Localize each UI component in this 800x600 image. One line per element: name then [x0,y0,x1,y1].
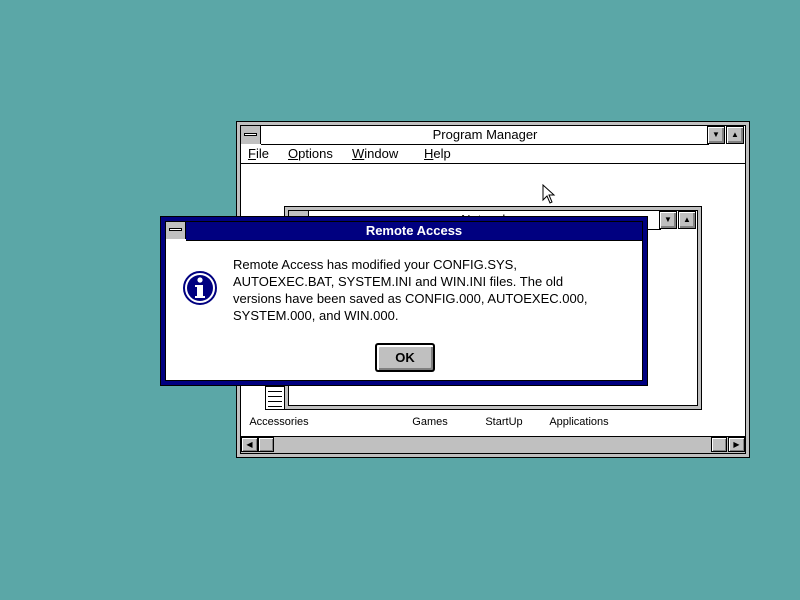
scroll-thumb-end [711,437,727,452]
information-icon [183,271,217,305]
scroll-thumb[interactable] [258,437,274,452]
menu-options[interactable]: Options [288,145,333,163]
scroll-left-icon[interactable]: ◀ [241,437,258,452]
mouse-cursor-icon [542,184,556,204]
menu-file[interactable]: File [248,145,269,163]
dialog-title: Remote Access [186,222,642,241]
pm-minimize-button[interactable]: ▼ [707,126,725,144]
network-minimize-button[interactable]: ▼ [659,211,677,229]
scroll-right-icon[interactable]: ▶ [728,437,745,452]
remote-access-dialog[interactable]: Remote Access Remote Access has modified… [160,216,648,386]
ok-button[interactable]: OK [376,344,434,371]
menu-window[interactable]: Window [352,145,398,163]
group-label-applications[interactable]: Applications [534,416,624,428]
group-label-accessories[interactable]: Accessories [234,416,324,428]
pm-menubar: File Options Window Help [241,145,745,164]
menu-help[interactable]: Help [424,145,451,163]
pm-title: Program Manager [261,126,709,145]
pm-system-menu-icon[interactable] [241,126,261,144]
pm-maximize-button[interactable]: ▲ [726,126,744,144]
accessories-group-icon[interactable] [265,386,285,410]
network-maximize-button[interactable]: ▲ [678,211,696,229]
dialog-message: Remote Access has modified your CONFIG.S… [233,257,588,323]
dialog-system-menu-icon[interactable] [166,222,186,239]
pm-horizontal-scrollbar[interactable]: ◀ ▶ [241,436,745,453]
